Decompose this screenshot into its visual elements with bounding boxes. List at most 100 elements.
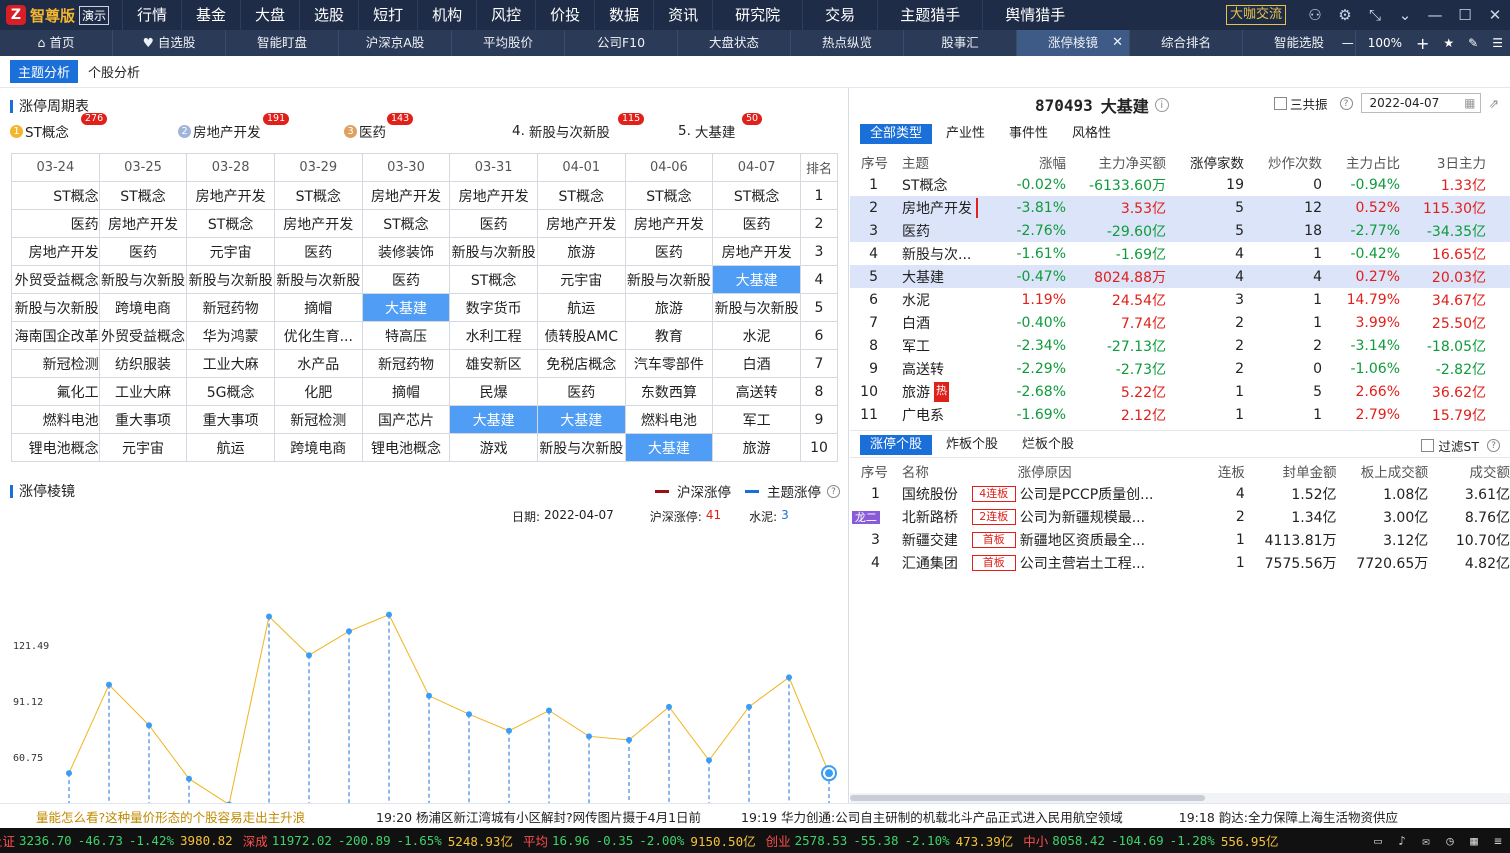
cycle-cell[interactable]: 化肥 xyxy=(273,377,363,406)
cycle-cell[interactable]: 房地产开发 xyxy=(624,209,714,238)
chat-icon[interactable]: ▭ xyxy=(1366,833,1390,848)
cycle-cell[interactable]: 锂电池概念 xyxy=(361,433,451,462)
user-icon[interactable]: ⚇ xyxy=(1300,6,1330,24)
cycle-cell[interactable]: 航运 xyxy=(186,433,275,462)
stock-col-header[interactable]: 成交额 xyxy=(1428,461,1510,481)
cycle-cell[interactable]: 重大事项 xyxy=(98,405,188,434)
cycle-cell[interactable]: 新股与次新股 xyxy=(273,265,363,294)
theme-col-header[interactable]: 主力净买额 xyxy=(1066,152,1167,172)
cycle-cell[interactable]: 跨境电商 xyxy=(273,433,363,462)
h-scrollbar[interactable] xyxy=(850,793,1510,803)
cycle-cell[interactable]: ST概念 xyxy=(361,209,451,238)
grid-icon[interactable]: ▦ xyxy=(1462,833,1486,848)
cycle-cell[interactable]: 摘帽 xyxy=(361,377,451,406)
stock-name[interactable]: 新疆交建 xyxy=(888,530,968,550)
news-item[interactable]: 19:20 杨浦区新江湾城有小区解封?网传图片摄于4月1日前 xyxy=(376,807,701,826)
cycle-cell[interactable]: 医药 xyxy=(273,237,363,266)
theme-row[interactable]: 1 ST概念 -0.02% -6133.60万 19 0 -0.94% 1.33亿 xyxy=(850,173,1510,196)
message-icon[interactable]: ✉ xyxy=(1414,833,1438,848)
cycle-cell[interactable]: 债转股AMC xyxy=(536,321,626,350)
cycle-cell[interactable]: 房地产开发 xyxy=(273,209,363,238)
legend-theme-1[interactable]: 2 房地产开发 191 xyxy=(178,113,290,141)
cycle-cell[interactable]: 工业大麻 xyxy=(186,349,275,378)
cycle-cell[interactable]: 新冠药物 xyxy=(361,349,451,378)
stock-name[interactable]: 北新路桥 xyxy=(888,507,968,527)
star-icon[interactable]: ★ xyxy=(1436,36,1461,50)
lens-chart[interactable]: 30.3760.7591.12121.4903-0903-1003-1103-1… xyxy=(0,528,849,803)
cycle-cell[interactable]: 医药 xyxy=(449,209,538,238)
dakaf-button[interactable]: 大咖交流 xyxy=(1225,5,1286,25)
cycle-cell[interactable]: 汽车零部件 xyxy=(624,349,714,378)
theme-row[interactable]: 3 医药 -2.76% -29.60亿 5 18 -2.77% -34.35亿 xyxy=(850,219,1510,242)
main-nav-item[interactable]: 基金 xyxy=(181,0,240,30)
cycle-cell[interactable]: 房地产开发 xyxy=(449,181,538,210)
cycle-cell[interactable]: 医药 xyxy=(536,377,626,406)
news-item[interactable]: 19:19 华力创通:公司自主研制的机载北斗产品正式进入民用航空领域 xyxy=(741,807,1123,826)
tab-2[interactable]: 智能盯盘 xyxy=(226,30,339,56)
zoom-in-button[interactable]: + xyxy=(1409,34,1436,53)
cycle-cell[interactable]: 跨境电商 xyxy=(98,293,188,322)
help-icon[interactable]: ? xyxy=(1487,439,1500,452)
cycle-cell[interactable]: 医药 xyxy=(712,209,801,238)
cycle-cell[interactable]: ST概念 xyxy=(536,181,626,210)
cycle-cell[interactable]: 民爆 xyxy=(449,377,538,406)
cycle-cell[interactable]: 纺织服装 xyxy=(98,349,188,378)
filter-tab[interactable]: 全部类型 xyxy=(860,124,933,144)
cycle-cell[interactable]: 优化生育... xyxy=(273,321,363,350)
cycle-cell[interactable]: 医药 xyxy=(624,237,714,266)
main-nav-item[interactable]: 短打 xyxy=(358,0,417,30)
cycle-cell[interactable]: 白酒 xyxy=(712,349,801,378)
main-nav-item[interactable]: 选股 xyxy=(299,0,358,30)
app-logo[interactable]: Z 智尊版 演示 xyxy=(0,0,122,30)
cycle-cell[interactable]: 水产品 xyxy=(273,349,363,378)
stock-row[interactable]: 1 国统股份 4连板 公司是PCCP质量创... 4 1.52亿 1.08亿 3.61亿 xyxy=(850,482,1510,505)
cycle-cell[interactable]: 房地产开发 xyxy=(186,181,275,210)
theme-col-header[interactable]: 主力占比 xyxy=(1322,152,1400,172)
cycle-cell[interactable]: 新股与次新股 xyxy=(98,265,188,294)
shrink-icon[interactable]: ⤡ xyxy=(1360,6,1390,24)
stock-col-header[interactable]: 封单金额 xyxy=(1245,461,1337,481)
cycle-cell[interactable]: 旅游 xyxy=(712,433,801,462)
legend-theme-0[interactable]: 1 ST概念 276 xyxy=(10,113,108,141)
tab-6[interactable]: 大盘状态 xyxy=(678,30,791,56)
zoom-out-button[interactable]: — xyxy=(1335,36,1361,50)
cycle-cell[interactable]: 游戏 xyxy=(449,433,538,462)
theme-col-header[interactable]: 炒作次数 xyxy=(1244,152,1322,172)
theme-row[interactable]: 2 房地产开发热 -3.81% 3.53亿 5 12 0.52% 115.30亿 xyxy=(850,196,1510,219)
stock-tab[interactable]: 炸板个股 xyxy=(936,435,1008,455)
cycle-cell[interactable]: 外贸受益概念 xyxy=(98,321,188,350)
cycle-cell[interactable]: ST概念 xyxy=(449,265,538,294)
stock-name[interactable]: 国统股份 xyxy=(888,484,968,504)
legend-theme-2[interactable]: 3 医药 143 xyxy=(344,113,414,141)
tab-0[interactable]: ⌂ 首页 xyxy=(0,30,113,56)
theme-col-header[interactable]: 主题 xyxy=(888,152,978,172)
cycle-cell[interactable]: 摘帽 xyxy=(273,293,363,322)
sanfu-checkbox[interactable] xyxy=(1274,96,1287,110)
cycle-cell[interactable]: 新股与次新股 xyxy=(186,265,275,294)
cycle-cell[interactable]: 特高压 xyxy=(361,321,451,350)
main-nav-item[interactable]: 舆情猎手 xyxy=(982,0,1087,30)
cycle-cell[interactable]: 军工 xyxy=(712,405,801,434)
cycle-cell[interactable]: ST概念 xyxy=(624,181,714,210)
theme-col-header[interactable]: 3日主力 xyxy=(1400,152,1486,172)
cycle-cell[interactable]: ST概念 xyxy=(186,209,275,238)
main-nav-item[interactable]: 交易 xyxy=(802,0,877,30)
cycle-cell[interactable]: 重大事项 xyxy=(186,405,275,434)
main-nav-item[interactable]: 大盘 xyxy=(240,0,299,30)
cycle-cell[interactable]: 大基建 xyxy=(361,293,451,322)
tab-7[interactable]: 热点纵览 xyxy=(791,30,904,56)
cycle-cell[interactable]: 大基建 xyxy=(536,405,626,434)
tab-8[interactable]: 股事汇 xyxy=(904,30,1017,56)
main-nav-item[interactable]: 机构 xyxy=(417,0,476,30)
main-nav-item[interactable]: 行情 xyxy=(122,0,181,30)
stock-col-header[interactable]: 名称 xyxy=(888,461,968,481)
date-picker[interactable]: 2022-04-07 ▦ xyxy=(1360,93,1481,113)
stock-tab[interactable]: 涨停个股 xyxy=(860,435,933,455)
stock-col-header[interactable]: 连板 xyxy=(1175,461,1245,481)
menu-icon[interactable]: ☰ xyxy=(1485,36,1510,50)
cycle-cell[interactable]: 房地产开发 xyxy=(361,181,451,210)
maximize-icon[interactable]: ☐ xyxy=(1450,6,1480,24)
cycle-cell[interactable]: 房地产开发 xyxy=(11,237,100,266)
legend-theme-3[interactable]: 4. 新股与次新股 115 xyxy=(512,113,645,141)
cycle-cell[interactable]: 华为鸿蒙 xyxy=(186,321,275,350)
